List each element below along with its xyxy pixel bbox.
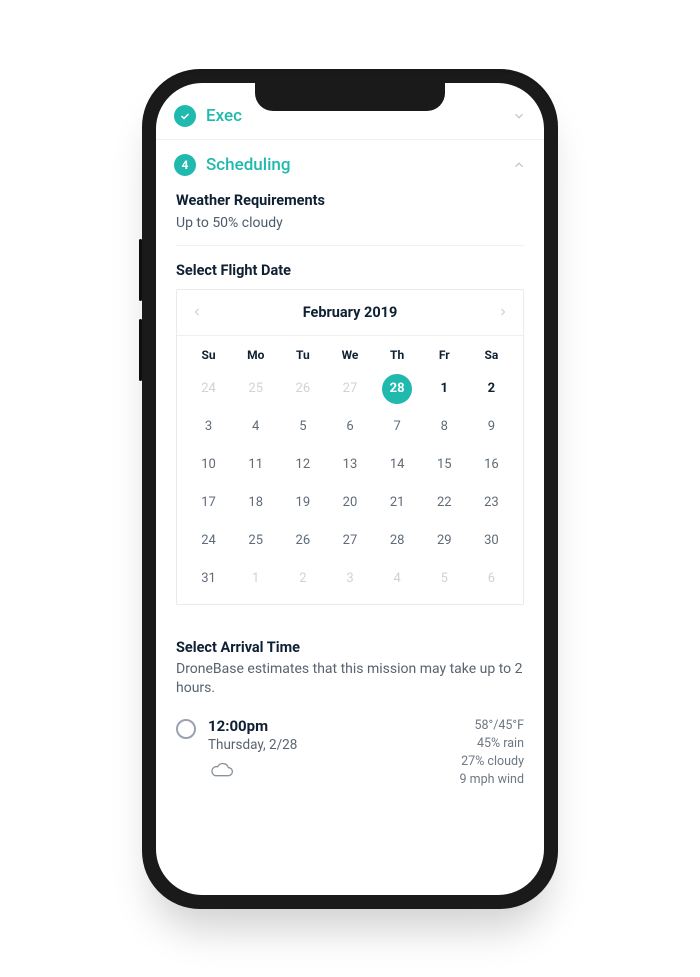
calendar-day[interactable]: 29 <box>429 526 459 556</box>
calendar-day[interactable]: 25 <box>241 374 271 404</box>
calendar-day[interactable]: 22 <box>429 488 459 518</box>
calendar-day[interactable]: 8 <box>429 412 459 442</box>
weather-wind: 9 mph wind <box>434 771 524 789</box>
calendar-day[interactable]: 15 <box>429 450 459 480</box>
calendar-day[interactable]: 2 <box>288 564 318 594</box>
calendar-day[interactable]: 16 <box>476 450 506 480</box>
calendar-dow: Th <box>374 342 421 366</box>
arrival-heading: Select Arrival Time <box>156 623 544 656</box>
calendar-day[interactable]: 13 <box>335 450 365 480</box>
weather-text: Up to 50% cloudy <box>176 215 524 231</box>
weather-temp: 58°/45°F <box>434 717 524 735</box>
weather-cloudy: 27% cloudy <box>434 753 524 771</box>
screen: Exec 4 Scheduling Weather Requirements U… <box>156 83 544 895</box>
check-icon <box>174 105 196 127</box>
calendar-day[interactable]: 30 <box>476 526 506 556</box>
calendar-day[interactable]: 6 <box>335 412 365 442</box>
calendar-dow: Mo <box>232 342 279 366</box>
weather-requirements: Weather Requirements Up to 50% cloudy <box>156 188 544 245</box>
calendar-dow: Tu <box>279 342 326 366</box>
calendar-day[interactable]: 20 <box>335 488 365 518</box>
app-content: Exec 4 Scheduling Weather Requirements U… <box>156 83 544 790</box>
flight-date-heading: Select Flight Date <box>156 246 544 279</box>
calendar-day[interactable]: 6 <box>476 564 506 594</box>
weather-heading: Weather Requirements <box>176 192 524 209</box>
calendar-day[interactable]: 14 <box>382 450 412 480</box>
calendar-day[interactable]: 21 <box>382 488 412 518</box>
slot-time: 12:00pm <box>208 717 422 735</box>
calendar-day[interactable]: 4 <box>382 564 412 594</box>
calendar-day[interactable]: 11 <box>241 450 271 480</box>
calendar-day[interactable]: 9 <box>476 412 506 442</box>
calendar-day[interactable]: 26 <box>288 526 318 556</box>
slot-weather: 58°/45°F 45% rain 27% cloudy 9 mph wind <box>434 717 524 790</box>
calendar-day[interactable]: 25 <box>241 526 271 556</box>
calendar-day[interactable]: 28 <box>382 526 412 556</box>
calendar-grid: SuMoTuWeThFrSa24252627281234567891011121… <box>177 336 523 604</box>
calendar-day[interactable]: 3 <box>194 412 224 442</box>
weather-rain: 45% rain <box>434 735 524 753</box>
calendar-day[interactable]: 5 <box>288 412 318 442</box>
calendar-header: February 2019 <box>177 290 523 336</box>
calendar-day[interactable]: 7 <box>382 412 412 442</box>
calendar-day[interactable]: 1 <box>241 564 271 594</box>
chevron-up-icon <box>512 158 526 172</box>
calendar-day[interactable]: 2 <box>476 374 506 404</box>
calendar-dow: Su <box>185 342 232 366</box>
calendar-day[interactable]: 19 <box>288 488 318 518</box>
step-number-badge: 4 <box>174 154 196 176</box>
calendar-dow: Fr <box>421 342 468 366</box>
calendar-day[interactable]: 18 <box>241 488 271 518</box>
calendar-day[interactable]: 12 <box>288 450 318 480</box>
calendar-day[interactable]: 31 <box>194 564 224 594</box>
slot-date: Thursday, 2/28 <box>208 737 422 753</box>
calendar-day[interactable]: 24 <box>194 526 224 556</box>
calendar-day[interactable]: 27 <box>335 526 365 556</box>
calendar: February 2019 SuMoTuWeThFrSa242526272812… <box>176 289 524 605</box>
cloud-icon <box>208 761 234 779</box>
notch <box>255 83 445 111</box>
accordion-current-title: Scheduling <box>206 155 512 175</box>
calendar-prev-icon[interactable] <box>191 306 203 318</box>
time-slot[interactable]: 12:00pm Thursday, 2/28 58°/45°F 45% rain… <box>156 711 544 790</box>
chevron-down-icon <box>512 109 526 123</box>
calendar-day[interactable]: 4 <box>241 412 271 442</box>
arrival-blurb: DroneBase estimates that this mission ma… <box>156 656 544 711</box>
phone-frame: Exec 4 Scheduling Weather Requirements U… <box>142 69 558 909</box>
accordion-step-scheduling[interactable]: 4 Scheduling <box>156 140 544 188</box>
calendar-day[interactable]: 10 <box>194 450 224 480</box>
calendar-day[interactable]: 5 <box>429 564 459 594</box>
calendar-day[interactable]: 23 <box>476 488 506 518</box>
time-slot-main: 12:00pm Thursday, 2/28 <box>208 717 422 783</box>
calendar-day[interactable]: 26 <box>288 374 318 404</box>
calendar-day[interactable]: 24 <box>194 374 224 404</box>
calendar-day[interactable]: 28 <box>382 374 412 404</box>
radio-button[interactable] <box>176 719 196 739</box>
calendar-day[interactable]: 17 <box>194 488 224 518</box>
calendar-dow: Sa <box>468 342 515 366</box>
calendar-next-icon[interactable] <box>497 306 509 318</box>
calendar-month: February 2019 <box>303 304 398 321</box>
calendar-dow: We <box>326 342 373 366</box>
calendar-day[interactable]: 27 <box>335 374 365 404</box>
calendar-day[interactable]: 3 <box>335 564 365 594</box>
calendar-day[interactable]: 1 <box>429 374 459 404</box>
